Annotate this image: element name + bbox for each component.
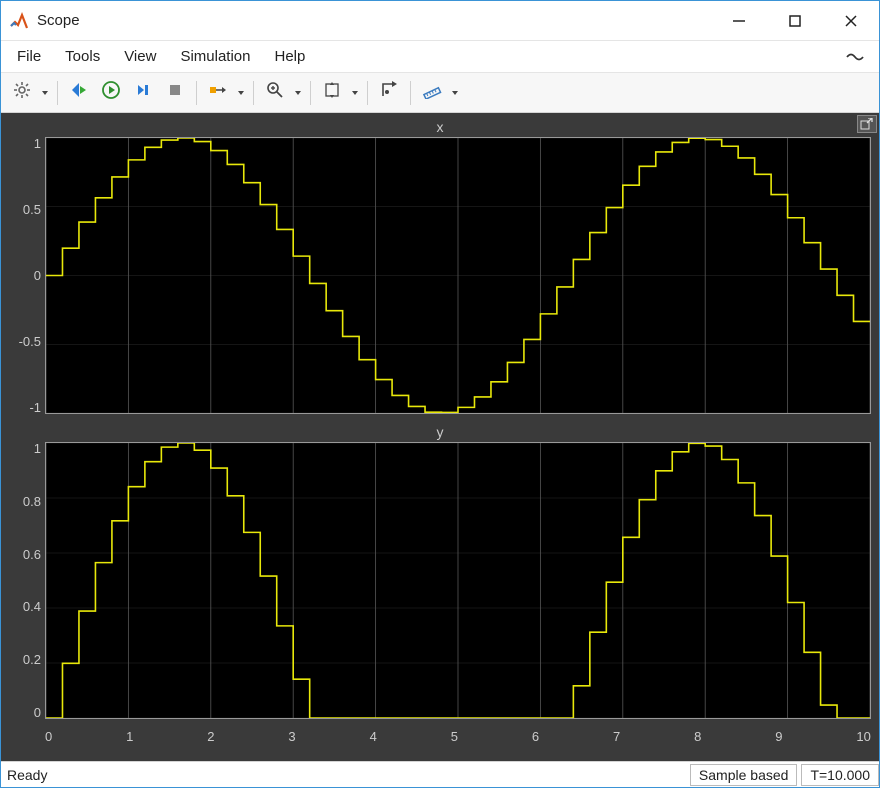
- xtick: 0: [45, 729, 52, 753]
- ytick: 0.5: [23, 203, 41, 216]
- toolbar: [1, 73, 879, 113]
- chevron-down-icon: [351, 84, 359, 102]
- statusbar: Ready Sample based T=10.000: [1, 761, 879, 787]
- xaxis-labels: 0 1 2 3 4 5 6 7 8 9 10: [45, 729, 871, 753]
- ytick: 0.4: [23, 600, 41, 613]
- signal-highlight-icon: [208, 81, 228, 104]
- plot-frame-y[interactable]: [45, 442, 871, 719]
- zoom-icon: [266, 81, 284, 104]
- play-icon: [102, 81, 120, 104]
- stop-icon: [166, 81, 184, 104]
- menu-view[interactable]: View: [114, 44, 166, 69]
- ytick: -0.5: [19, 335, 41, 348]
- xtick: 9: [775, 729, 782, 753]
- chevron-down-icon: [451, 84, 459, 102]
- toolbar-separator: [253, 81, 254, 105]
- window-title: Scope: [37, 12, 80, 29]
- xtick: 7: [613, 729, 620, 753]
- ytick: 0.8: [23, 495, 41, 508]
- ytick: -1: [29, 401, 41, 414]
- chevron-down-icon: [237, 84, 245, 102]
- toolbar-separator: [57, 81, 58, 105]
- menu-file[interactable]: File: [7, 44, 51, 69]
- ytick: 0: [34, 706, 41, 719]
- scope-body: x 1 0.5 0 -0.5 -1 y 1 0.8 0.6 0.4 0.2 0: [1, 113, 879, 761]
- status-ready: Ready: [1, 767, 47, 783]
- settings-button[interactable]: [7, 78, 37, 108]
- status-mode: Sample based: [690, 764, 798, 786]
- xtick: 10: [856, 729, 870, 753]
- toolbar-separator: [196, 81, 197, 105]
- measure-button[interactable]: [417, 78, 447, 108]
- chevron-down-icon: [41, 84, 49, 102]
- minimize-button[interactable]: [711, 1, 767, 41]
- titlebar: Scope: [1, 1, 879, 41]
- cursor-button[interactable]: [374, 78, 404, 108]
- menu-tools[interactable]: Tools: [55, 44, 110, 69]
- zoom-dropdown[interactable]: [292, 78, 304, 108]
- step-forward-icon: [134, 81, 152, 104]
- autoscale-icon: [323, 81, 341, 104]
- scope-window: Scope File Tools View Simulation Help: [0, 0, 880, 788]
- highlight-dropdown[interactable]: [235, 78, 247, 108]
- plot-frame-x[interactable]: [45, 137, 871, 414]
- autoscale-dropdown[interactable]: [349, 78, 361, 108]
- chart-row-x: 1 0.5 0 -0.5 -1: [9, 137, 871, 414]
- chart-title-x: x: [9, 119, 871, 137]
- chart-block-y: y 1 0.8 0.6 0.4 0.2 0: [9, 424, 871, 719]
- toolbar-separator: [310, 81, 311, 105]
- ytick: 1: [34, 442, 41, 455]
- stop-button[interactable]: [160, 78, 190, 108]
- ytick: 0: [34, 269, 41, 282]
- popout-icon[interactable]: [857, 115, 877, 133]
- plot-svg-y: [46, 443, 870, 718]
- xtick: 3: [288, 729, 295, 753]
- ruler-icon: [422, 81, 442, 104]
- status-time: T=10.000: [801, 764, 879, 786]
- menu-help[interactable]: Help: [265, 44, 316, 69]
- yaxis-x: 1 0.5 0 -0.5 -1: [9, 137, 45, 414]
- highlight-button[interactable]: [203, 78, 233, 108]
- menubar: File Tools View Simulation Help: [1, 41, 879, 73]
- gear-icon: [13, 81, 31, 104]
- restart-button[interactable]: [64, 78, 94, 108]
- run-button[interactable]: [96, 78, 126, 108]
- chart-block-x: x 1 0.5 0 -0.5 -1: [9, 119, 871, 414]
- chart-area: x 1 0.5 0 -0.5 -1 y 1 0.8 0.6 0.4 0.2 0: [9, 119, 871, 753]
- xtick: 8: [694, 729, 701, 753]
- close-button[interactable]: [823, 1, 879, 41]
- rewind-play-icon: [69, 81, 89, 104]
- xtick: 1: [126, 729, 133, 753]
- cursor-measurement-icon: [380, 81, 398, 104]
- chart-row-y: 1 0.8 0.6 0.4 0.2 0: [9, 442, 871, 719]
- menu-run-indicator-icon[interactable]: [843, 45, 867, 69]
- xaxis-row: 0 1 2 3 4 5 6 7 8 9 10: [9, 729, 871, 753]
- menu-simulation[interactable]: Simulation: [170, 44, 260, 69]
- chevron-down-icon: [294, 84, 302, 102]
- autoscale-button[interactable]: [317, 78, 347, 108]
- xtick: 2: [207, 729, 214, 753]
- toolbar-separator: [367, 81, 368, 105]
- settings-dropdown[interactable]: [39, 78, 51, 108]
- toolbar-separator: [410, 81, 411, 105]
- xtick: 6: [532, 729, 539, 753]
- maximize-button[interactable]: [767, 1, 823, 41]
- xtick: 4: [370, 729, 377, 753]
- zoom-button[interactable]: [260, 78, 290, 108]
- matlab-icon: [9, 11, 29, 31]
- chart-title-y: y: [9, 424, 871, 442]
- yaxis-y: 1 0.8 0.6 0.4 0.2 0: [9, 442, 45, 719]
- xaxis-pad: [9, 729, 45, 753]
- ytick: 1: [34, 137, 41, 150]
- ytick: 0.2: [23, 653, 41, 666]
- ytick: 0.6: [23, 548, 41, 561]
- measure-dropdown[interactable]: [449, 78, 461, 108]
- plot-svg-x: [46, 138, 870, 413]
- step-button[interactable]: [128, 78, 158, 108]
- xtick: 5: [451, 729, 458, 753]
